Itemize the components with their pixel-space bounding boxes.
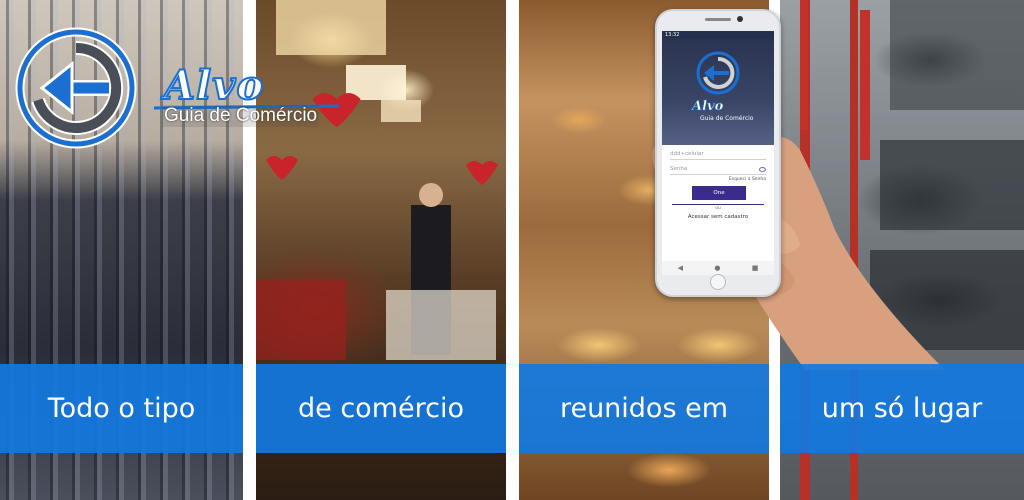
back-icon[interactable]: ◀ [678, 264, 683, 272]
app-subtitle: Guia de Comércio [700, 115, 754, 122]
phone-number-input[interactable]: ddd+celular [670, 149, 766, 160]
password-input[interactable]: Senha [670, 164, 766, 175]
forgot-password-link[interactable]: Esqueci a Senha [662, 177, 766, 182]
caption-4: um só lugar [821, 393, 983, 424]
brand-name: Alvo [163, 61, 265, 110]
app-hero: Alvo Guia de Comércio [662, 39, 774, 145]
eye-icon[interactable] [759, 167, 766, 172]
guest-access-link[interactable]: Acessar sem cadastro [662, 214, 774, 220]
recent-apps-icon[interactable]: ■ [752, 264, 759, 272]
caption-band-2: de comércio [256, 364, 506, 453]
divider [672, 204, 764, 205]
android-nav-bar: ◀ ● ■ [662, 261, 774, 275]
status-bar-time: 13:32 [662, 31, 774, 39]
phone-home-button[interactable] [710, 274, 726, 290]
password-placeholder: Senha [670, 166, 688, 172]
brand-tagline: Guia de Comércio [162, 105, 320, 127]
caption-band-4: um só lugar [780, 364, 1024, 453]
phone-camera [737, 16, 743, 22]
phone-speaker [705, 18, 731, 21]
caption-1: Todo o tipo [47, 393, 196, 424]
caption-3: reunidos em [559, 393, 729, 424]
app-logo-icon [696, 51, 740, 95]
return-arrow-circle-icon [15, 27, 137, 149]
login-button[interactable]: One [692, 186, 746, 200]
smartphone: 13:32 Alvo Guia de Comércio ddd+celular … [655, 9, 781, 297]
alvo-logo: Alvo Guia de Comércio [14, 26, 344, 151]
home-circle-icon[interactable]: ● [714, 264, 720, 272]
app-title: Alvo [692, 99, 724, 115]
or-label: ou [715, 206, 721, 211]
caption-2: de comércio [298, 393, 464, 424]
caption-band-1: Todo o tipo [0, 364, 243, 453]
app-screen: 13:32 Alvo Guia de Comércio ddd+celular … [662, 31, 774, 275]
caption-band-3: reunidos em [519, 364, 769, 453]
